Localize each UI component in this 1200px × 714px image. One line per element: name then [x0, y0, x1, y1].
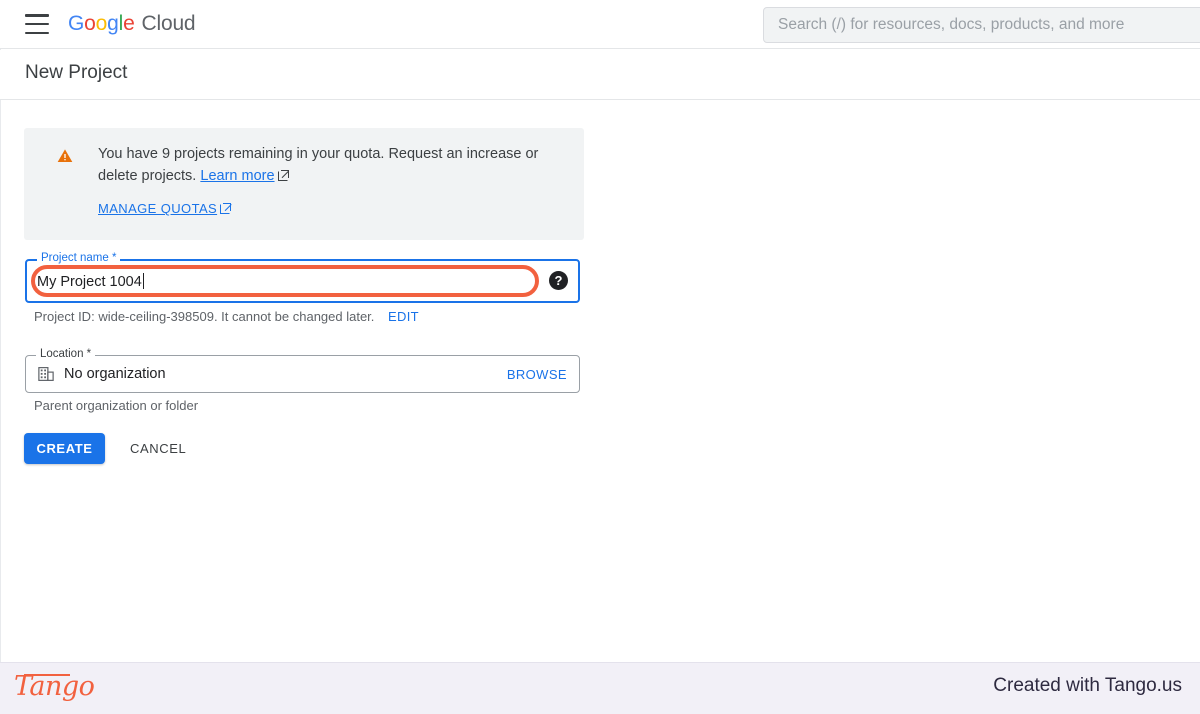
logo-word-cloud: Cloud — [141, 12, 196, 35]
manage-quotas-link[interactable]: MANAGE QUOTAS — [98, 201, 232, 216]
tango-footer: Tango Created with Tango.us — [0, 662, 1200, 714]
page-title-bar: New Project — [0, 50, 1200, 100]
quota-banner-text: You have 9 projects remaining in your qu… — [98, 143, 558, 187]
page-root: Google Cloud Search (/) for resources, d… — [0, 0, 1200, 714]
project-name-value: My Project 1004 — [37, 273, 145, 290]
location-field[interactable]: Location * No organization BROWSE — [25, 348, 580, 393]
location-value: No organization — [64, 366, 166, 382]
logo-letter-g2: g — [107, 12, 119, 35]
help-question-icon[interactable]: ? — [549, 271, 568, 290]
cancel-button[interactable]: CANCEL — [120, 433, 196, 464]
external-link-icon — [277, 170, 289, 181]
hamburger-menu-icon[interactable] — [25, 14, 49, 34]
warning-triangle-icon — [57, 149, 73, 162]
logo-letter-o2: o — [95, 12, 108, 35]
logo-letter-e: e — [123, 12, 135, 35]
edit-project-id-button[interactable]: EDIT — [388, 309, 419, 324]
google-cloud-logo[interactable]: Google Cloud — [68, 12, 196, 36]
hamburger-bar — [25, 31, 49, 34]
organization-building-icon — [38, 367, 54, 381]
location-label: Location * — [36, 348, 96, 360]
project-name-field[interactable]: Project name * My Project 1004 — [25, 252, 580, 303]
text-caret — [142, 273, 145, 289]
logo-letter-o1: o — [84, 12, 96, 35]
project-id-hint: Project ID: wide-ceiling-398509. It cann… — [34, 309, 419, 324]
logo-letter-g: G — [68, 12, 85, 35]
search-input[interactable]: Search (/) for resources, docs, products… — [763, 7, 1200, 43]
learn-more-label: Learn more — [200, 168, 275, 184]
tango-credit: Created with Tango.us — [993, 675, 1182, 696]
learn-more-link[interactable]: Learn more — [200, 168, 274, 184]
hamburger-bar — [25, 14, 49, 17]
project-name-text: My Project 1004 — [37, 274, 142, 290]
quota-message: You have 9 projects remaining in your qu… — [98, 146, 539, 184]
external-link-icon — [220, 203, 232, 214]
top-app-bar: Google Cloud Search (/) for resources, d… — [0, 0, 1200, 49]
hamburger-bar — [25, 22, 49, 26]
quota-banner: You have 9 projects remaining in your qu… — [24, 128, 584, 240]
left-edge-rule — [0, 0, 1, 714]
manage-quotas-label: MANAGE QUOTAS — [98, 201, 218, 216]
project-id-value: wide-ceiling-398509 — [98, 309, 214, 324]
project-name-label: Project name * — [37, 252, 121, 264]
page-title: New Project — [25, 62, 128, 83]
search-placeholder: Search (/) for resources, docs, products… — [778, 16, 1125, 33]
project-id-suffix: . It cannot be changed later. — [213, 309, 375, 324]
tango-logo: Tango — [14, 671, 95, 702]
browse-button[interactable]: BROWSE — [507, 367, 567, 382]
project-id-prefix: Project ID: — [34, 309, 95, 324]
create-button[interactable]: CREATE — [24, 433, 105, 464]
location-helper-text: Parent organization or folder — [34, 398, 199, 413]
